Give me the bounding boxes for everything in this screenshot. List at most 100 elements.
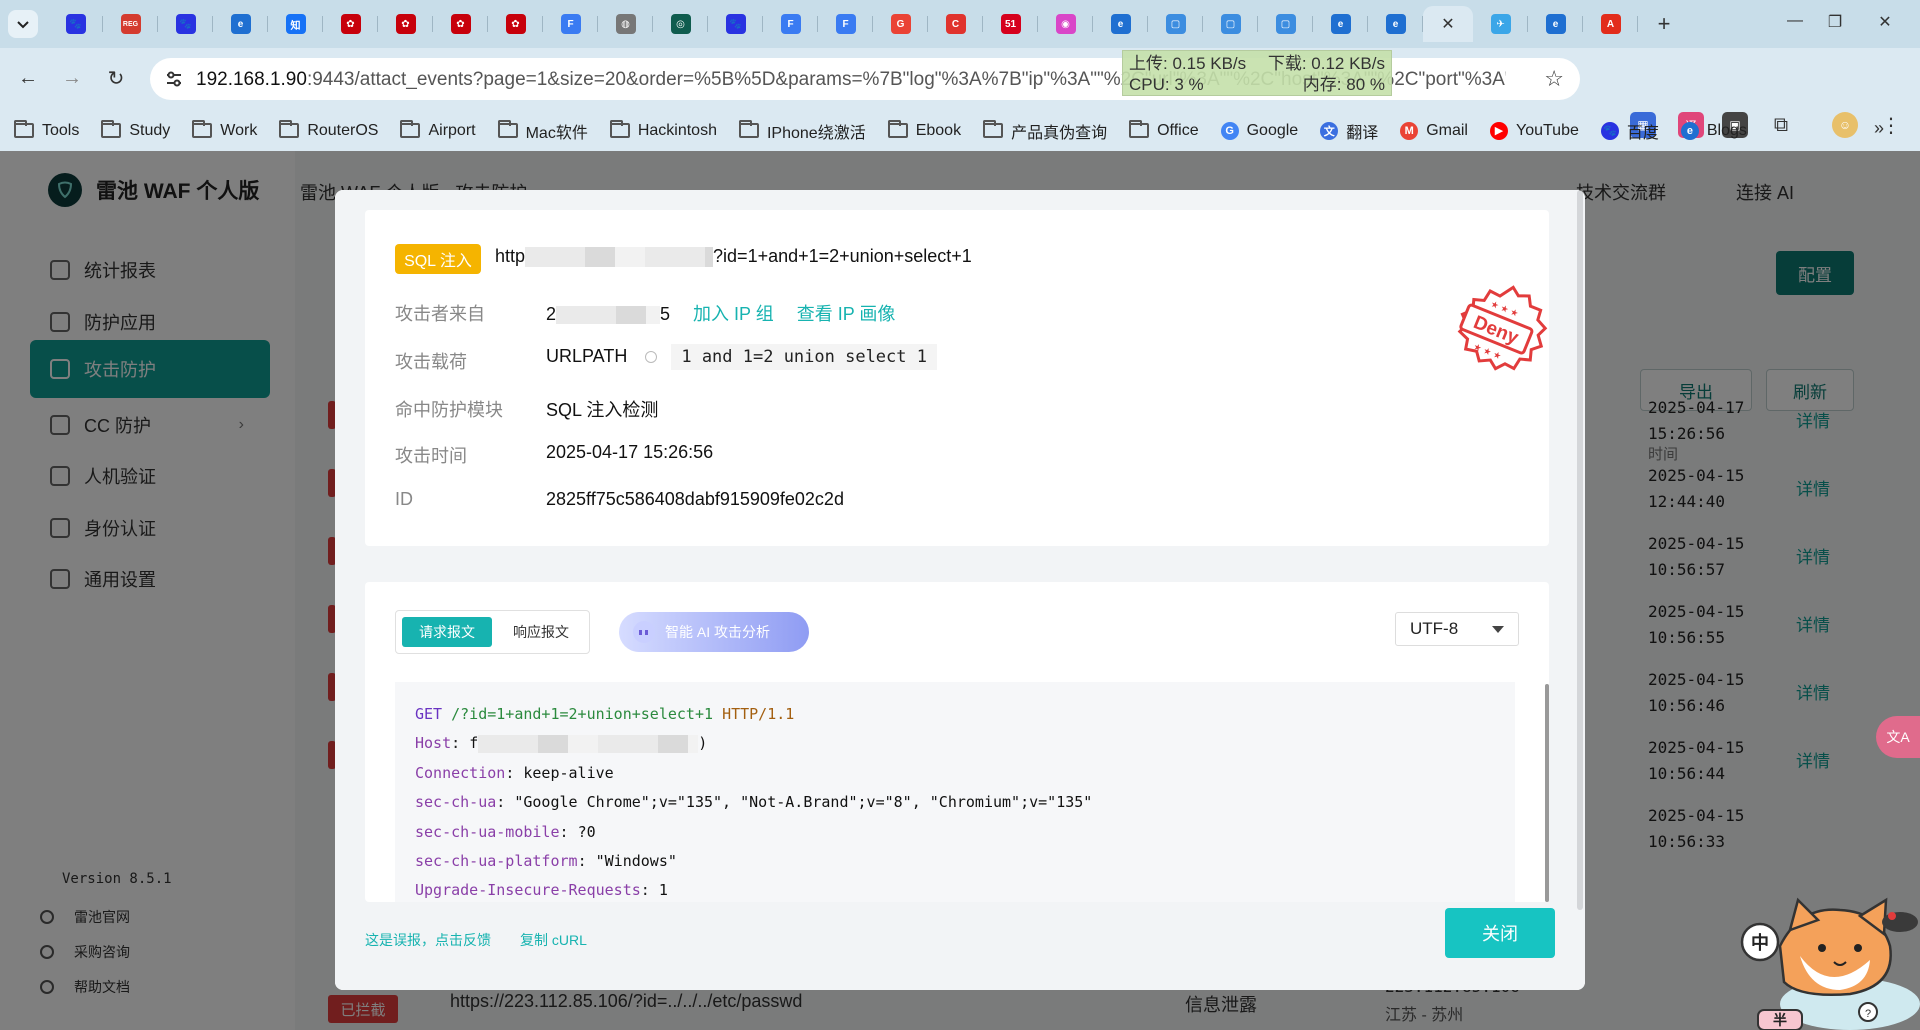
translate-icon: 文 <box>1320 121 1339 140</box>
browser-tab[interactable]: 🐾 <box>708 6 763 42</box>
tab-response[interactable]: 响应报文 <box>496 617 586 647</box>
browser-tab[interactable]: e <box>213 6 268 42</box>
browser-tab[interactable]: 🐾 <box>158 6 213 42</box>
forward-button[interactable]: → <box>56 62 88 94</box>
bookmark-folder[interactable]: Work <box>192 120 257 140</box>
browser-tab[interactable]: ▢ <box>1148 6 1203 42</box>
site-info-icon[interactable] <box>164 69 184 89</box>
header-value: ?0 <box>577 822 596 841</box>
browser-tab[interactable]: G <box>873 6 928 42</box>
browser-tab[interactable]: A <box>1583 6 1638 42</box>
header-value: "Windows" <box>595 852 677 871</box>
bookmark-folder[interactable]: RouterOS <box>279 120 378 140</box>
tv-icon: ▢ <box>1220 14 1241 34</box>
browser-tab[interactable]: ✿ <box>488 6 543 42</box>
browser-tab[interactable]: 51 <box>983 6 1038 42</box>
browser-tab[interactable]: F <box>763 6 818 42</box>
bookmark-star-icon[interactable]: ☆ <box>1544 66 1564 92</box>
reg-icon: REG <box>120 14 141 34</box>
browser-tab[interactable]: e <box>1313 6 1368 42</box>
browser-tab[interactable]: 🐾 <box>48 6 103 42</box>
header-key: Host <box>415 734 452 753</box>
translate-float-button[interactable]: 文A <box>1876 716 1920 758</box>
close-icon[interactable]: ✕ <box>1438 14 1458 34</box>
window-close-button[interactable]: ✕ <box>1870 12 1900 32</box>
browser-tab[interactable]: ✿ <box>378 6 433 42</box>
edge-blue-icon: e <box>1110 14 1131 34</box>
browser-tab[interactable]: ◍ <box>598 6 653 42</box>
bookmark-label: Tools <box>42 121 80 139</box>
bookmark-site[interactable]: ▶ YouTube <box>1489 121 1579 140</box>
http-protocol: HTTP/1.1 <box>722 705 795 723</box>
copy-curl-link[interactable]: 复制 cURL <box>520 930 587 950</box>
request-message[interactable]: GET /?id=1+and+1=2+union+select+1 HTTP/1… <box>395 682 1515 902</box>
bookmark-folder[interactable]: Study <box>101 120 170 140</box>
bookmark-site[interactable]: 🐾 百度 <box>1600 119 1659 143</box>
request-line: sec-ch-ua: "Google Chrome";v="135", "Not… <box>415 793 1093 812</box>
bookmarks-overflow-icon[interactable]: » <box>1874 118 1884 139</box>
mascot-badge-bottom: 半 <box>1773 1012 1787 1029</box>
bookmark-site[interactable]: e Blogs <box>1680 121 1747 140</box>
folder-icon <box>609 120 630 138</box>
browser-tab[interactable]: C <box>928 6 983 42</box>
bookmark-site[interactable]: G Google <box>1220 121 1298 140</box>
bookmark-site[interactable]: 文翻译 <box>1320 119 1378 143</box>
baidu-paw-icon: 🐾 <box>175 14 196 34</box>
back-button[interactable]: ← <box>12 62 44 94</box>
new-tab-button[interactable]: + <box>1652 11 1676 36</box>
bookmark-folder[interactable]: Hackintosh <box>609 120 717 140</box>
bookmark-folder[interactable]: Office <box>1129 120 1199 140</box>
browser-tab[interactable]: F <box>818 6 873 42</box>
request-line: GET /?id=1+and+1=2+union+select+1 HTTP/1… <box>415 700 1495 729</box>
bookmark-folder[interactable]: Mac软件 <box>497 119 588 143</box>
view-ip-profile-link[interactable]: 查看 IP 画像 <box>797 304 896 324</box>
bookmark-site[interactable]: M Gmail <box>1400 121 1468 140</box>
bookmark-label: IPhone绕激活 <box>766 124 866 142</box>
shiba-mascot-widget[interactable]: 中 半 ? <box>1740 886 1920 1030</box>
browser-tab[interactable]: e <box>1368 6 1423 42</box>
gmail-icon: M <box>1400 121 1419 140</box>
google-icon: G <box>1220 121 1239 140</box>
minimize-button[interactable]: — <box>1780 12 1810 30</box>
huawei-icon: ✿ <box>505 14 526 34</box>
browser-tab[interactable]: e <box>1093 6 1148 42</box>
restore-button[interactable]: ❐ <box>1820 12 1850 32</box>
add-ip-group-link[interactable]: 加入 IP 组 <box>693 304 774 324</box>
bookmark-folder[interactable]: Airport <box>400 120 476 140</box>
zhihu-icon: 知 <box>285 14 306 34</box>
browser-tab[interactable]: e <box>1528 6 1583 42</box>
browser-tab[interactable]: ✿ <box>323 6 378 42</box>
attack-url-prefix: http <box>495 246 526 266</box>
browser-tab[interactable]: 知 <box>268 6 323 42</box>
reload-button[interactable]: ↻ <box>100 62 132 94</box>
info-icon[interactable] <box>645 351 658 364</box>
folder-icon <box>738 120 759 138</box>
false-positive-link[interactable]: 这是误报，点击反馈 <box>365 930 491 950</box>
browser-tab[interactable]: REG <box>103 6 158 42</box>
tab-request[interactable]: 请求报文 <box>402 617 492 647</box>
bookmark-folder[interactable]: 产品真伪查询 <box>983 119 1107 143</box>
encoding-select[interactable]: UTF-8 <box>1395 612 1519 646</box>
tab-list: 🐾 REG 🐾 e 知 ✿ ✿ ✿ ✿ F ◍ ◎ 🐾 F F G C 51 ◉ e ▢ ▢ ▢ e e ✕ ✈ e A <box>48 6 1638 44</box>
browser-tab[interactable]: ▢ <box>1258 6 1313 42</box>
close-button[interactable]: 关闭 <box>1445 908 1555 958</box>
browser-tab[interactable]: ◉ <box>1038 6 1093 42</box>
edge-blue-icon: e <box>1385 14 1406 34</box>
code-scrollbar[interactable] <box>1545 684 1549 902</box>
tab-search-button[interactable] <box>8 10 38 38</box>
header-key: Upgrade-Insecure-Requests <box>415 881 641 900</box>
ai-analysis-button[interactable]: 智能 AI 攻击分析 <box>619 612 809 652</box>
browser-tab[interactable]: ◎ <box>653 6 708 42</box>
cpu-usage: CPU: 3 % <box>1129 75 1204 94</box>
bookmark-folder[interactable]: IPhone绕激活 <box>738 119 866 143</box>
browser-tab[interactable]: ▢ <box>1203 6 1258 42</box>
browser-tab[interactable]: F <box>543 6 598 42</box>
browser-tab[interactable]: ✈ <box>1473 6 1528 42</box>
browser-tab[interactable]: ✿ <box>433 6 488 42</box>
network-monitor-overlay: 上传: 0.15 KB/s 下载: 0.12 KB/s CPU: 3 % 内存: 8… <box>1122 50 1392 96</box>
modal-scrollbar[interactable] <box>1577 190 1583 910</box>
edge-blue-icon: e <box>1545 14 1566 34</box>
bookmark-folder[interactable]: Tools <box>14 120 80 140</box>
bookmark-folder[interactable]: Ebook <box>887 120 961 140</box>
tab-active[interactable]: ✕ <box>1423 6 1473 42</box>
